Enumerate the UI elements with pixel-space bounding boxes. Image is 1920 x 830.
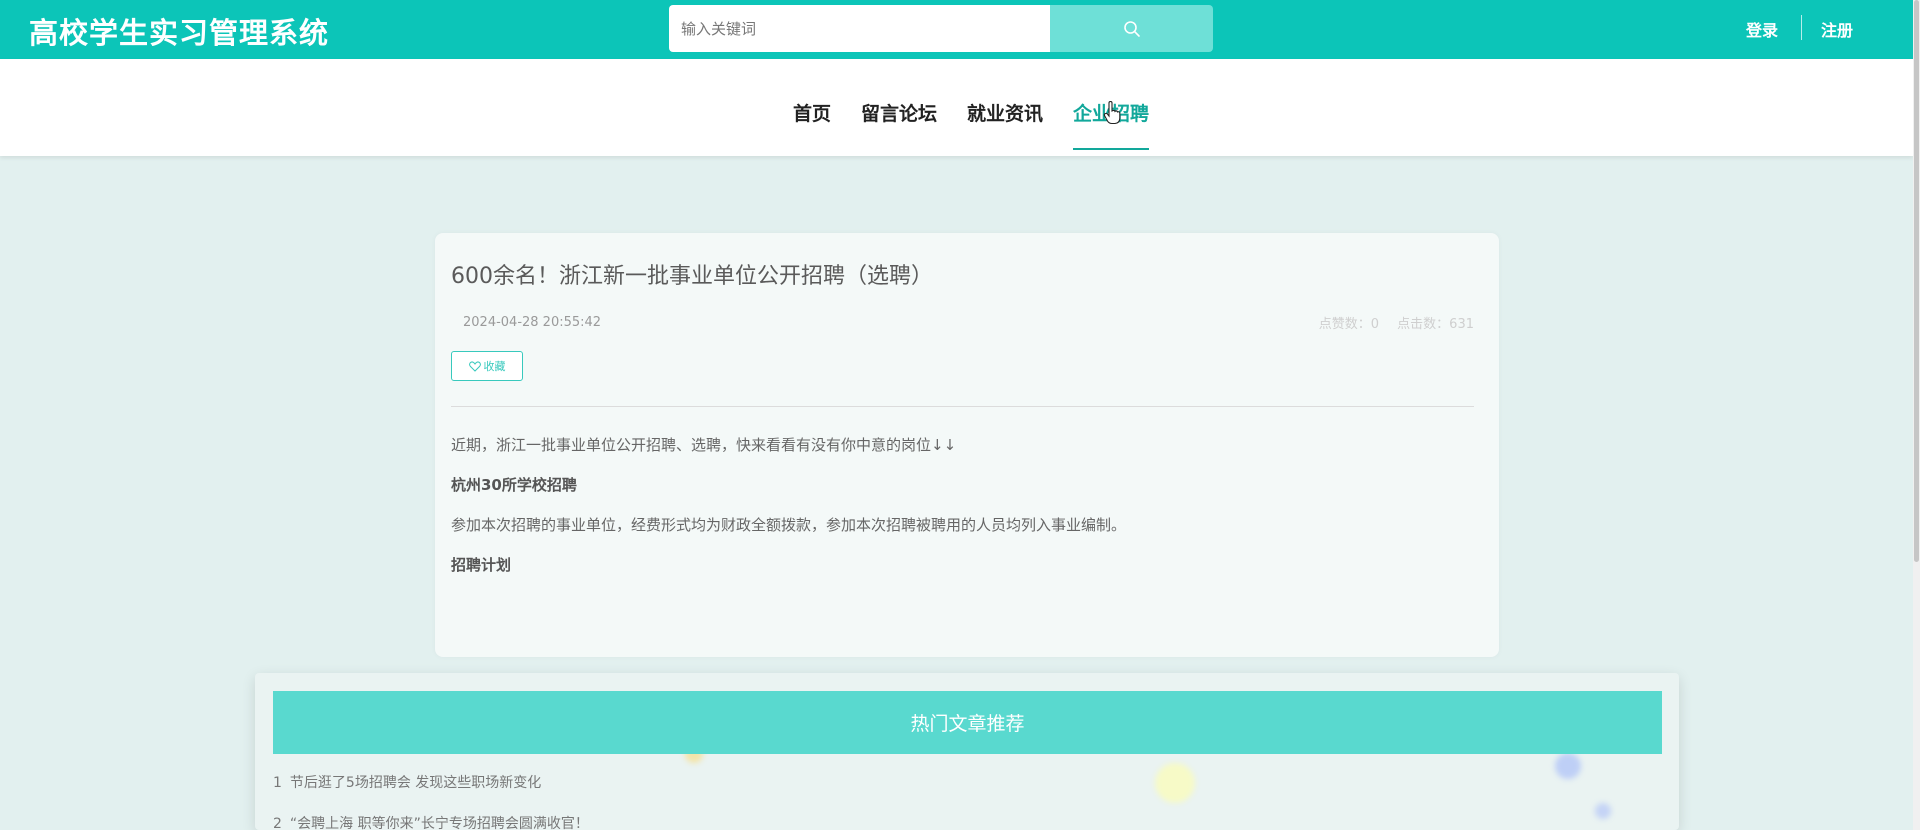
nav-item-news[interactable]: 就业资讯 <box>967 99 1043 126</box>
nav-item-home[interactable]: 首页 <box>793 99 831 126</box>
article-title: 600余名！浙江新一批事业单位公开招聘（选聘） <box>451 264 933 289</box>
register-link[interactable]: 注册 <box>1821 17 1853 41</box>
hot-articles-panel: 热门文章推荐 1 节后逛了5场招聘会 发现这些职场新变化 2 “会聘上海 职等你来”… <box>255 673 1679 830</box>
like-count: 点赞数：0 <box>1318 317 1380 332</box>
login-link[interactable]: 登录 <box>1746 17 1778 41</box>
article-stats: 点赞数：0 点击数：631 <box>1305 313 1474 332</box>
hot-article-index: 1 <box>273 775 282 791</box>
article-heading-plan: 招聘计划 <box>451 556 512 574</box>
article-heading-schools: 杭州30所学校招聘 <box>451 476 577 494</box>
article-intro: 近期，浙江一批事业单位公开招聘、选聘，快来看看有没有你中意的岗位↓↓ <box>451 436 957 454</box>
hand-cursor-icon <box>1103 101 1121 125</box>
article-date: 2024-04-28 20:55:42 <box>463 315 602 330</box>
hot-article-index: 2 <box>273 816 282 830</box>
decor-bokeh <box>1555 753 1581 779</box>
main-nav: 首页 留言论坛 就业资讯 企业招聘 <box>0 59 1913 156</box>
click-count: 点击数：631 <box>1397 317 1474 332</box>
heart-icon <box>468 360 481 372</box>
auth-divider <box>1801 15 1802 40</box>
hot-articles-title: 热门文章推荐 <box>273 691 1662 754</box>
favorite-button[interactable]: 收藏 <box>451 351 523 381</box>
nav-active-indicator <box>1073 148 1149 150</box>
hot-article-item[interactable]: 2 “会聘上海 职等你来”长宁专场招聘会圆满收官！ <box>273 813 589 830</box>
site-brand[interactable]: 高校学生实习管理系统 <box>29 10 329 52</box>
decor-bokeh <box>1595 803 1611 819</box>
top-bar: 高校学生实习管理系统 登录 注册 <box>0 0 1920 59</box>
article-divider <box>451 406 1474 407</box>
article-card: 600余名！浙江新一批事业单位公开招聘（选聘） 2024-04-28 20:55… <box>435 233 1499 657</box>
hot-article-text: 节后逛了5场招聘会 发现这些职场新变化 <box>289 775 542 791</box>
favorite-label: 收藏 <box>483 360 506 373</box>
search-icon <box>1123 20 1140 37</box>
search-input[interactable] <box>669 5 1050 52</box>
scrollbar-track[interactable] <box>1913 0 1920 830</box>
decor-bokeh <box>1155 763 1195 803</box>
article-body: 参加本次招聘的事业单位，经费形式均为财政全额拨款，参加本次招聘被聘用的人员均列入… <box>451 516 1127 534</box>
hot-article-text: “会聘上海 职等你来”长宁专场招聘会圆满收官！ <box>289 816 589 830</box>
nav-item-forum[interactable]: 留言论坛 <box>861 99 937 126</box>
scrollbar-thumb[interactable] <box>1914 0 1919 562</box>
search-button[interactable] <box>1050 5 1213 52</box>
hot-article-item[interactable]: 1 节后逛了5场招聘会 发现这些职场新变化 <box>273 772 541 792</box>
